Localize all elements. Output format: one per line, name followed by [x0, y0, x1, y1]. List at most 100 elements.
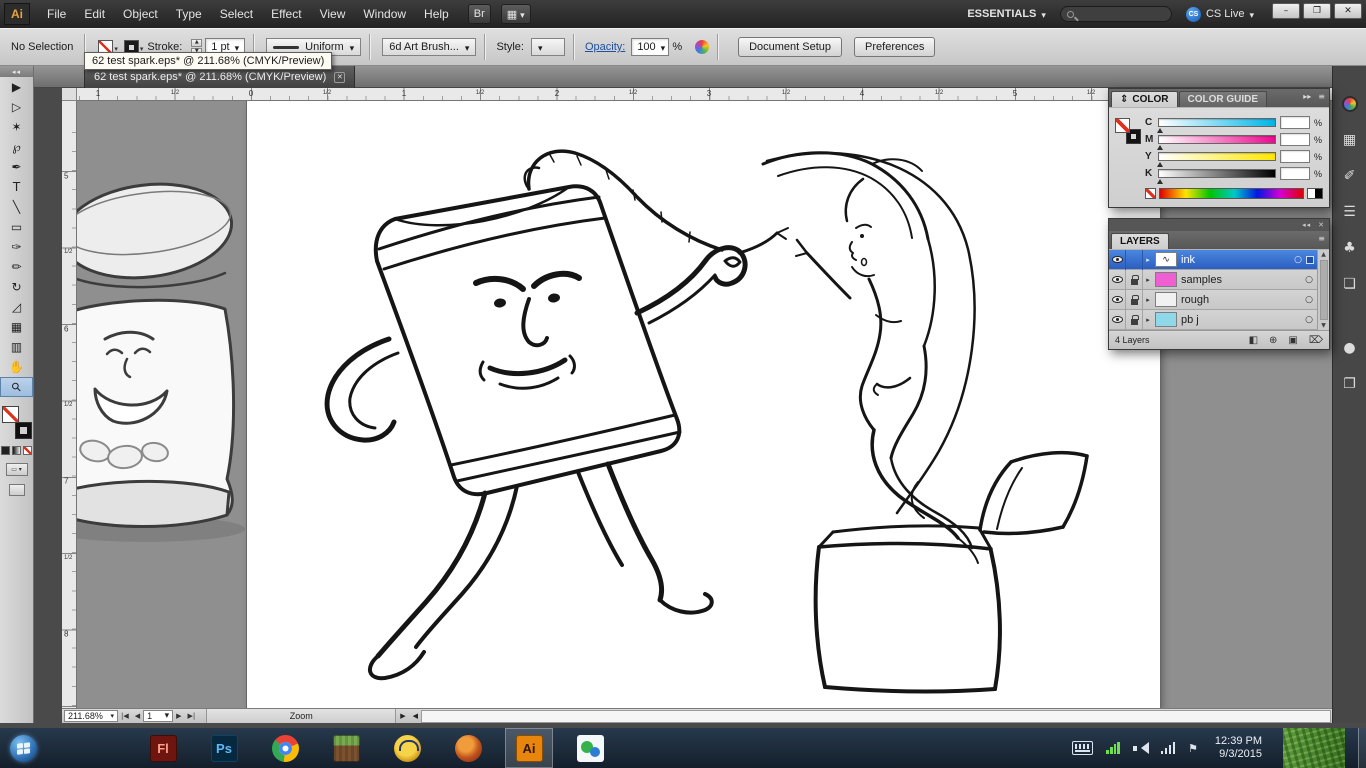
paintbrush-tool[interactable]: ✑	[0, 237, 33, 257]
drawing-mode-button[interactable]	[5, 463, 28, 476]
preferences-button[interactable]: Preferences	[854, 37, 936, 57]
none-swatch[interactable]	[1145, 188, 1156, 199]
channel-slider[interactable]	[1157, 152, 1276, 167]
layer-lock-toggle[interactable]	[1126, 249, 1143, 270]
color-spectrum-ramp[interactable]	[1159, 188, 1304, 199]
tab-color[interactable]: ⇕ COLOR	[1111, 91, 1178, 107]
status-menu-arrow[interactable]	[400, 712, 405, 720]
brush-definition-dropdown[interactable]: 6d Art Brush...	[382, 38, 477, 56]
disclosure-triangle-icon[interactable]	[1143, 316, 1153, 324]
layer-row[interactable]: pb j	[1109, 309, 1317, 330]
appearance-panel-icon[interactable]: ●	[1340, 338, 1360, 358]
channel-slider[interactable]	[1157, 118, 1276, 133]
panel-close-icon[interactable]	[1318, 221, 1324, 229]
layer-visibility-toggle[interactable]	[1109, 249, 1126, 270]
taskbar-minecraft-button[interactable]	[322, 728, 370, 768]
layer-name[interactable]: rough	[1181, 294, 1305, 306]
show-desktop-button[interactable]	[1358, 728, 1366, 768]
graphic-styles-panel-icon[interactable]: ❏	[1340, 274, 1360, 294]
pencil-tool[interactable]: ✏	[0, 257, 33, 277]
magic-wand-tool[interactable]: ✶	[0, 117, 33, 137]
lasso-tool[interactable]: ℘	[0, 137, 33, 157]
toolbar-collapse-button[interactable]	[0, 66, 33, 77]
disclosure-triangle-icon[interactable]	[1143, 256, 1153, 264]
restore-button[interactable]	[1303, 3, 1331, 19]
layer-visibility-toggle[interactable]	[1109, 269, 1126, 290]
first-artboard-button[interactable]	[121, 712, 129, 720]
tab-layers[interactable]: LAYERS	[1111, 233, 1169, 249]
opacity-label[interactable]: Opacity:	[585, 41, 625, 53]
style-dropdown[interactable]	[530, 38, 565, 56]
workspace-switcher[interactable]: ESSENTIALS	[967, 8, 1046, 21]
layer-target-icon[interactable]	[1305, 275, 1313, 285]
panel-menu-icon[interactable]	[1318, 92, 1325, 101]
channel-slider[interactable]	[1157, 169, 1276, 184]
layer-row[interactable]: ∿ ink	[1109, 249, 1317, 270]
layer-visibility-toggle[interactable]	[1109, 309, 1126, 330]
taskbar-audacity-button[interactable]	[383, 728, 431, 768]
white-black-ramp[interactable]	[1307, 188, 1323, 199]
delete-layer-button[interactable]	[1309, 335, 1323, 346]
stroke-color-swatch[interactable]	[14, 422, 32, 439]
scale-tool[interactable]: ◿	[0, 297, 33, 317]
volume-icon[interactable]	[1133, 741, 1150, 755]
layer-name[interactable]: ink	[1181, 254, 1294, 266]
channel-value-field[interactable]	[1280, 167, 1310, 180]
rectangle-tool[interactable]: ▭	[0, 217, 33, 237]
horizontal-scrollbar[interactable]	[421, 709, 1331, 723]
taskbar-start-tiles-button[interactable]	[78, 728, 126, 768]
status-display[interactable]: Zoom	[206, 709, 397, 723]
taskbar-chat-app-button[interactable]	[566, 728, 614, 768]
fill-color-swatch[interactable]	[1, 406, 19, 423]
layer-row[interactable]: rough	[1109, 289, 1317, 310]
stroke-panel-icon[interactable]: ☰	[1340, 202, 1360, 222]
menu-item[interactable]: Type	[167, 7, 211, 21]
system-meter-icon[interactable]	[1106, 742, 1121, 754]
line-segment-tool[interactable]: ╲	[0, 197, 33, 217]
selection-tool[interactable]: ▶	[0, 77, 33, 97]
ruler-corner[interactable]	[62, 88, 77, 101]
taskbar-chrome-button[interactable]	[261, 728, 309, 768]
channel-value-field[interactable]	[1280, 150, 1310, 163]
layers-scrollbar[interactable]: ▲ ▼	[1317, 250, 1329, 330]
panel-collapse-icon[interactable]	[1303, 92, 1311, 101]
menu-item[interactable]: Edit	[75, 7, 114, 21]
menu-item[interactable]: Object	[114, 7, 167, 21]
taskbar-illustrator-button[interactable]: Ai	[505, 728, 553, 768]
direct-selection-tool[interactable]: ▷	[0, 97, 33, 117]
network-icon[interactable]	[1161, 742, 1176, 754]
screen-mode-button[interactable]	[8, 484, 25, 496]
gradient-tool[interactable]: ▥	[0, 337, 33, 357]
search-input[interactable]	[1059, 6, 1172, 22]
menu-item[interactable]: Effect	[262, 7, 310, 21]
artboard-number-field[interactable]: 1	[143, 710, 174, 722]
disclosure-triangle-icon[interactable]	[1143, 276, 1153, 284]
app-logo[interactable]: Ai	[4, 3, 30, 25]
channel-value-field[interactable]	[1280, 133, 1310, 146]
layer-row[interactable]: samples	[1109, 269, 1317, 290]
start-button[interactable]	[0, 728, 46, 768]
hand-tool[interactable]: ✋	[0, 357, 33, 377]
arrange-documents-button[interactable]: ▦	[500, 4, 531, 24]
taskbar-firefox-button[interactable]	[444, 728, 492, 768]
previous-artboard-button[interactable]	[135, 712, 140, 720]
zoom-tool[interactable]: ⚲	[0, 377, 33, 397]
layer-target-icon[interactable]	[1294, 255, 1302, 265]
swatches-panel-icon[interactable]: ▦	[1340, 130, 1360, 150]
minimize-button[interactable]	[1272, 3, 1300, 19]
gradient-button[interactable]	[12, 446, 21, 455]
menu-item[interactable]: View	[311, 7, 355, 21]
scrollbar-left-arrow[interactable]	[413, 712, 418, 720]
new-layer-button[interactable]	[1288, 335, 1297, 346]
taskbar-clock[interactable]: 12:39 PM 9/3/2015	[1215, 735, 1262, 761]
color-button[interactable]	[1, 446, 10, 455]
tab-close-icon[interactable]	[334, 71, 346, 83]
menu-item[interactable]: File	[38, 7, 75, 21]
panel-menu-icon[interactable]	[1318, 234, 1325, 243]
disclosure-triangle-icon[interactable]	[1143, 296, 1153, 304]
layer-target-icon[interactable]	[1305, 315, 1313, 325]
next-artboard-button[interactable]	[176, 712, 181, 720]
panel-collapse-icon[interactable]	[1302, 221, 1311, 229]
last-artboard-button[interactable]	[188, 712, 196, 720]
layer-lock-toggle[interactable]	[1126, 309, 1143, 330]
